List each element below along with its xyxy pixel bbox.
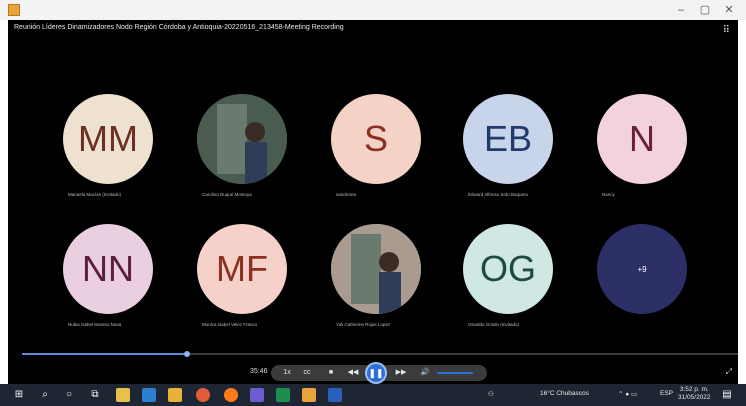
window-titlebar: – ▢ ✕ [0,0,746,20]
search-icon[interactable]: ⌕ [38,388,52,402]
participant-tile: Yuli Catherine Rojas Lopez [316,224,436,327]
participant-name: Yuli Catherine Rojas Lopez [336,322,391,327]
tray-icons[interactable]: ⌃ ● ▭ [618,390,637,398]
weather[interactable]: 16°C Chubascos [540,390,589,397]
volume-icon[interactable]: 🔊 [417,365,433,381]
participant-photo [197,94,287,184]
volume-slider[interactable] [437,372,473,374]
participant-photo [331,224,421,314]
app-icon [8,4,20,16]
seek-bar[interactable] [22,351,738,357]
seek-bar-fill [22,353,187,355]
video-player[interactable]: Reunión Líderes Dinamizadores Nodo Regió… [8,20,738,384]
people-icon[interactable]: ⚇ [488,390,494,398]
participant-tile: NN Nubia Isabel Moreno Nava [48,224,168,327]
task-view-icon[interactable]: ⧉ [88,388,102,402]
participant-name: sandrmea [336,192,357,197]
expand-icon[interactable]: ⤢ [726,367,732,377]
participant-avatar: S [331,94,421,184]
chrome-icon[interactable] [196,388,210,402]
minimize-button[interactable]: – [670,2,692,18]
participant-tile: EB Edward Alfonso Soto Baquero [448,94,568,197]
recording-title: Reunión Líderes Dinamizadores Nodo Regió… [14,24,344,31]
participant-tile: N Nancy [582,94,702,197]
clock[interactable]: 3:52 p. m. 31/05/2022 [678,386,711,402]
participant-name: Monica Isabel Velez Franco [202,322,258,327]
excel-icon[interactable] [276,388,290,402]
participant-tile: MM Manuela Macías (Invitado) [48,94,168,197]
participant-tile: MF Monica Isabel Velez Franco [182,224,302,327]
explorer-icon[interactable] [168,388,182,402]
speed-button[interactable]: 1x [279,365,295,381]
media-player-icon[interactable] [302,388,316,402]
app-icon-notes[interactable] [116,388,130,402]
mail-icon[interactable] [142,388,156,402]
fast-forward-icon[interactable]: ▶▶ [393,365,409,381]
participant-avatar: MF [197,224,287,314]
clock-date: 31/05/2022 [678,394,711,401]
close-button[interactable]: ✕ [718,2,740,18]
participant-name: Edward Alfonso Soto Baquero [468,192,529,197]
captions-icon[interactable]: cc [299,365,315,381]
grid-layout-icon[interactable]: ⠿ [723,25,730,36]
clock-time: 3:52 p. m. [679,386,709,393]
pause-button[interactable]: ❚❚ [365,362,387,384]
participant-name: Nancy [602,192,615,197]
playback-controls: 35:46 1x cc ■ ◀◀ ❚❚ ▶▶ 🔊 ⤢ [8,362,738,384]
notifications-icon[interactable]: ▤ [720,388,734,402]
participant-avatar: EB [463,94,553,184]
teams-icon[interactable] [250,388,264,402]
word-icon[interactable] [328,388,342,402]
start-icon[interactable]: ⊞ [12,388,26,402]
firefox-icon[interactable] [224,388,238,402]
participant-name: Osvaldo Grisdo (Invitado) [468,322,520,327]
rewind-icon[interactable]: ◀◀ [345,365,361,381]
participant-tile: Ssandrmea [316,94,436,197]
control-pill: 1x cc ■ ◀◀ ❚❚ ▶▶ 🔊 [271,362,487,384]
language[interactable]: ESP [660,390,673,397]
stop-icon[interactable]: ■ [323,365,339,381]
participant-name: Carolina Duque Montoya [202,192,252,197]
participant-avatar: +9 [597,224,687,314]
cortana-icon[interactable]: ○ [62,388,76,402]
participant-avatar: N [597,94,687,184]
maximize-button[interactable]: ▢ [694,2,716,18]
participant-tile: Carolina Duque Montoya [182,94,302,197]
seek-handle[interactable] [183,351,190,357]
participant-avatar: NN [63,224,153,314]
participant-avatar: MM [63,94,153,184]
participant-name: Nubia Isabel Moreno Nava [68,322,122,327]
elapsed-time: 35:46 [250,368,268,375]
taskbar: ⊞ ⌕ ○ ⧉ ⚇ 16°C Chubascos ⌃ ● ▭ ESP 3:52 … [0,384,746,406]
participant-avatar: OG [463,224,553,314]
participant-tile: +9 [582,224,702,314]
participant-name: Manuela Macías (Invitado) [68,192,122,197]
participant-tile: OG Osvaldo Grisdo (Invitado) [448,224,568,327]
